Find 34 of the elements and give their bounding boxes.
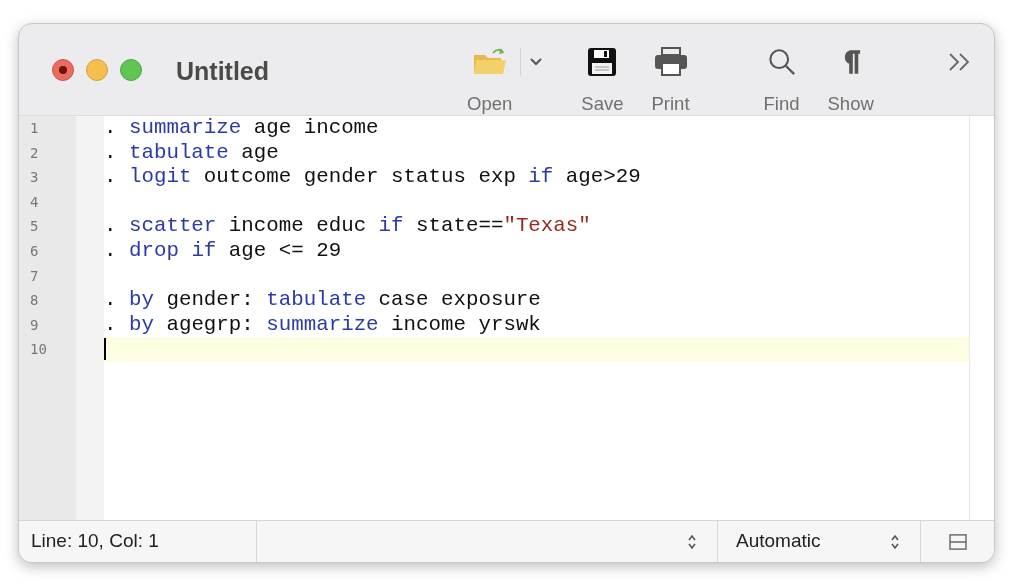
line-number: 1 bbox=[29, 119, 40, 138]
line-number: 3 bbox=[29, 168, 40, 188]
line-number: 9 bbox=[29, 315, 40, 335]
mode-popup[interactable]: Automatic bbox=[718, 521, 920, 562]
line-number: 5 bbox=[29, 217, 40, 237]
code-line: . by gender: tabulate case exposure bbox=[104, 288, 542, 313]
save-button[interactable]: Save bbox=[581, 24, 624, 118]
split-view-icon bbox=[948, 533, 967, 550]
code-line: . scatter income educ if state=="Texas" bbox=[104, 214, 592, 239]
line-number: 10 bbox=[29, 340, 48, 360]
zoom-button[interactable] bbox=[120, 59, 142, 81]
text-cursor bbox=[104, 337, 106, 360]
line-number: 7 bbox=[29, 266, 40, 286]
line-number: 6 bbox=[29, 241, 40, 261]
code-line: . logit outcome gender status exp if age>29 bbox=[104, 165, 642, 190]
chevron-down-icon bbox=[529, 57, 544, 67]
up-down-arrows-icon bbox=[890, 533, 900, 550]
line-number: 2 bbox=[29, 143, 40, 163]
show-button[interactable]: Show bbox=[827, 24, 874, 118]
code-line: . tabulate age bbox=[104, 140, 280, 166]
code-line: . summarize age income bbox=[104, 116, 380, 141]
line-number: 4 bbox=[29, 192, 40, 212]
print-button[interactable]: Print bbox=[651, 24, 690, 118]
minimize-button[interactable] bbox=[86, 59, 108, 81]
up-down-arrows-icon bbox=[687, 533, 697, 550]
window-title: Untitled bbox=[176, 56, 270, 87]
code-line: . drop if age <= 29 bbox=[104, 238, 343, 264]
find-button[interactable]: Find bbox=[763, 24, 800, 118]
code-line: . by agegrp: summarize income yrswk bbox=[104, 312, 542, 338]
double-chevron-icon bbox=[948, 52, 972, 72]
open-button[interactable]: Open bbox=[467, 24, 513, 118]
cursor-position: Line: 10, Col: 1 bbox=[30, 529, 160, 554]
close-button[interactable] bbox=[52, 59, 74, 81]
line-number: 8 bbox=[29, 291, 40, 311]
